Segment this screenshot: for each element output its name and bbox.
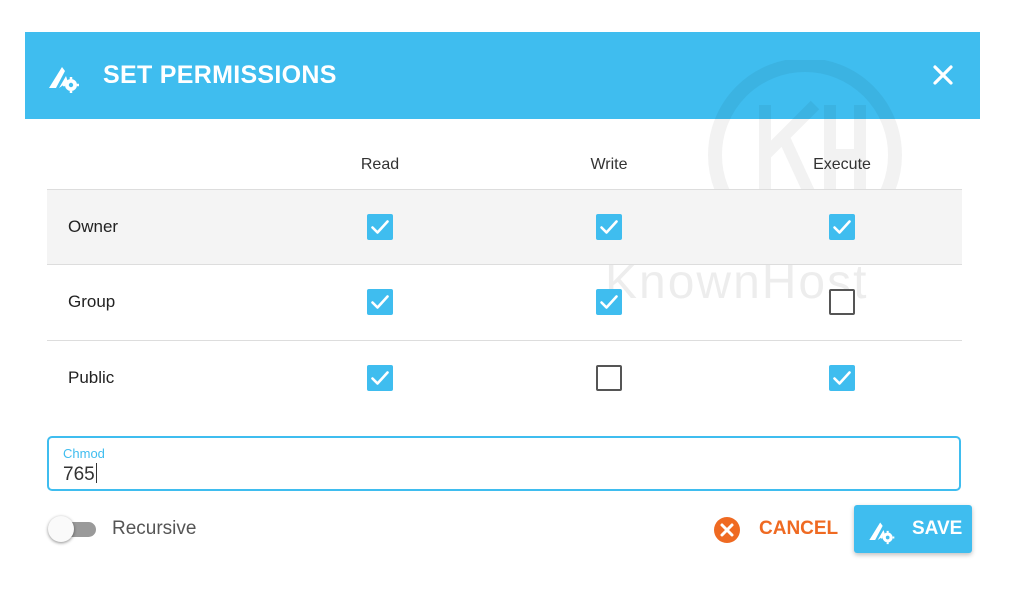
public-write-checkbox[interactable] bbox=[596, 365, 622, 391]
checkmark-icon bbox=[371, 295, 389, 309]
row-label: Group bbox=[68, 292, 116, 311]
chmod-value: 765 bbox=[63, 464, 95, 485]
group-execute-checkbox[interactable] bbox=[829, 289, 855, 315]
group-read-checkbox[interactable] bbox=[367, 289, 393, 315]
recursive-toggle[interactable] bbox=[48, 516, 98, 542]
table-row-public: Public bbox=[47, 340, 962, 416]
cancel-button[interactable]: CANCEL bbox=[708, 512, 838, 548]
cancel-label: CANCEL bbox=[759, 518, 839, 539]
owner-read-checkbox[interactable] bbox=[367, 214, 393, 240]
recursive-label: Recursive bbox=[112, 518, 197, 539]
owner-execute-checkbox[interactable] bbox=[829, 214, 855, 240]
table-row-group: Group bbox=[47, 264, 962, 340]
column-header-read: Read bbox=[360, 156, 400, 173]
owner-write-checkbox[interactable] bbox=[596, 214, 622, 240]
column-header-write: Write bbox=[590, 156, 628, 173]
checkmark-icon bbox=[371, 371, 389, 385]
close-icon[interactable] bbox=[928, 60, 958, 90]
checkmark-icon bbox=[371, 220, 389, 234]
chmod-label: Chmod bbox=[63, 446, 105, 461]
dialog-header: SET PERMISSIONS bbox=[25, 32, 980, 119]
group-write-checkbox[interactable] bbox=[596, 289, 622, 315]
checkmark-icon bbox=[833, 371, 851, 385]
table-row-owner: Owner bbox=[47, 189, 962, 265]
save-button[interactable]: SAVE bbox=[854, 505, 972, 553]
checkmark-icon bbox=[600, 220, 618, 234]
wrench-gear-icon bbox=[869, 522, 895, 545]
save-label: SAVE bbox=[912, 518, 963, 539]
wrench-gear-icon bbox=[49, 67, 79, 93]
column-header-execute: Execute bbox=[813, 156, 871, 173]
row-label: Public bbox=[68, 368, 115, 387]
toggle-knob bbox=[48, 516, 74, 542]
public-read-checkbox[interactable] bbox=[367, 365, 393, 391]
dialog-title: SET PERMISSIONS bbox=[103, 61, 337, 89]
checkmark-icon bbox=[600, 295, 618, 309]
chmod-field[interactable]: Chmod 765 bbox=[47, 436, 961, 491]
text-caret bbox=[95, 463, 97, 483]
row-label: Owner bbox=[68, 217, 119, 236]
public-execute-checkbox[interactable] bbox=[829, 365, 855, 391]
chmod-input[interactable]: 765 bbox=[63, 463, 97, 486]
checkmark-icon bbox=[833, 220, 851, 234]
close-circle-icon bbox=[714, 517, 740, 543]
